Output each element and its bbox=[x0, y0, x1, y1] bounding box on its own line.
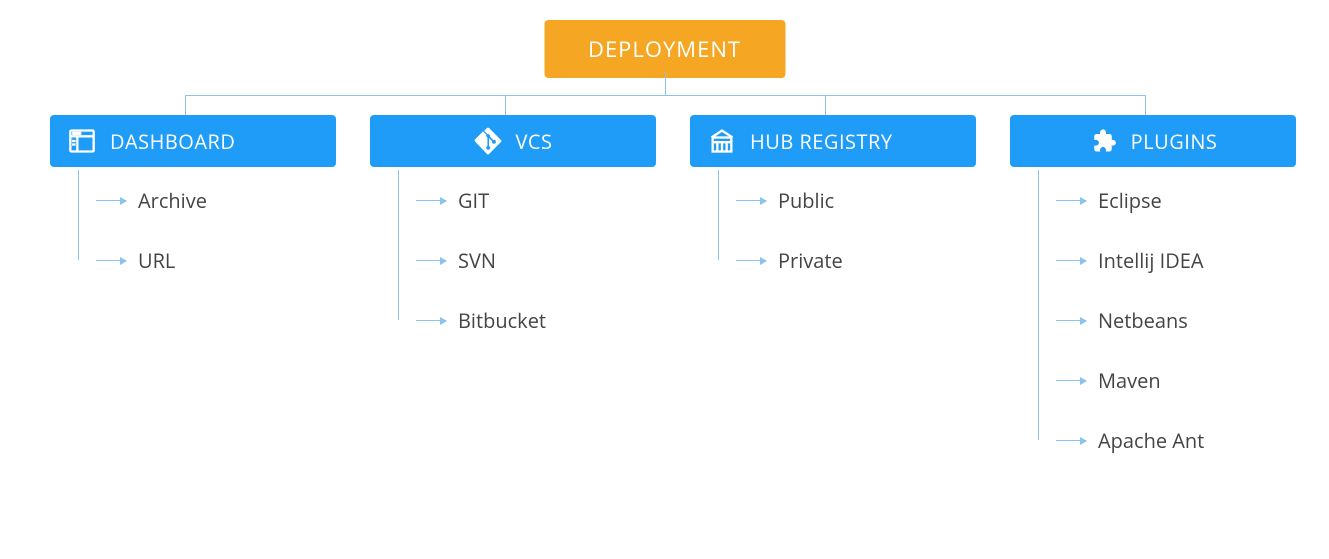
child-label: Apache Ant bbox=[1086, 427, 1204, 454]
children-vcs: GIT SVN Bitbucket bbox=[370, 170, 546, 350]
category-hub: HUB REGISTRY bbox=[690, 115, 976, 167]
category-label: HUB REGISTRY bbox=[750, 128, 893, 155]
children-dashboard: Archive URL bbox=[50, 170, 207, 290]
child-label: Private bbox=[766, 247, 843, 274]
category-label: DASHBOARD bbox=[110, 128, 235, 155]
child-item: Private bbox=[690, 230, 843, 290]
child-label: Maven bbox=[1086, 367, 1161, 394]
child-item: Eclipse bbox=[1010, 170, 1204, 230]
child-label: Public bbox=[766, 187, 834, 214]
root-node: DEPLOYMENT bbox=[544, 20, 785, 78]
connector bbox=[185, 95, 1145, 96]
child-item: URL bbox=[50, 230, 207, 290]
category-label: PLUGINS bbox=[1131, 128, 1218, 155]
child-label: Bitbucket bbox=[446, 307, 546, 334]
child-label: SVN bbox=[446, 247, 496, 274]
category-plugins: PLUGINS bbox=[1010, 115, 1296, 167]
child-item: SVN bbox=[370, 230, 546, 290]
category-vcs: VCS bbox=[370, 115, 656, 167]
connector bbox=[665, 72, 666, 95]
child-label: Intellij IDEA bbox=[1086, 247, 1203, 274]
child-label: Archive bbox=[126, 187, 207, 214]
child-item: Bitbucket bbox=[370, 290, 546, 350]
child-item: Archive bbox=[50, 170, 207, 230]
connector bbox=[185, 95, 186, 115]
connector bbox=[825, 95, 826, 115]
child-item: Apache Ant bbox=[1010, 410, 1204, 470]
child-item: Public bbox=[690, 170, 843, 230]
child-item: GIT bbox=[370, 170, 546, 230]
category-dashboard: DASHBOARD bbox=[50, 115, 336, 167]
child-item: Maven bbox=[1010, 350, 1204, 410]
child-label: GIT bbox=[446, 187, 489, 214]
children-plugins: Eclipse Intellij IDEA Netbeans Maven Apa… bbox=[1010, 170, 1204, 470]
git-icon bbox=[474, 127, 502, 155]
child-item: Netbeans bbox=[1010, 290, 1204, 350]
browser-icon bbox=[68, 127, 96, 155]
puzzle-icon bbox=[1089, 127, 1117, 155]
root-label: DEPLOYMENT bbox=[588, 34, 741, 64]
child-label: Netbeans bbox=[1086, 307, 1188, 334]
child-item: Intellij IDEA bbox=[1010, 230, 1204, 290]
category-label: VCS bbox=[516, 128, 553, 155]
child-label: URL bbox=[126, 247, 175, 274]
children-hub: Public Private bbox=[690, 170, 843, 290]
connector bbox=[505, 95, 506, 115]
child-label: Eclipse bbox=[1086, 187, 1162, 214]
registry-icon bbox=[708, 127, 736, 155]
connector bbox=[1145, 95, 1146, 115]
